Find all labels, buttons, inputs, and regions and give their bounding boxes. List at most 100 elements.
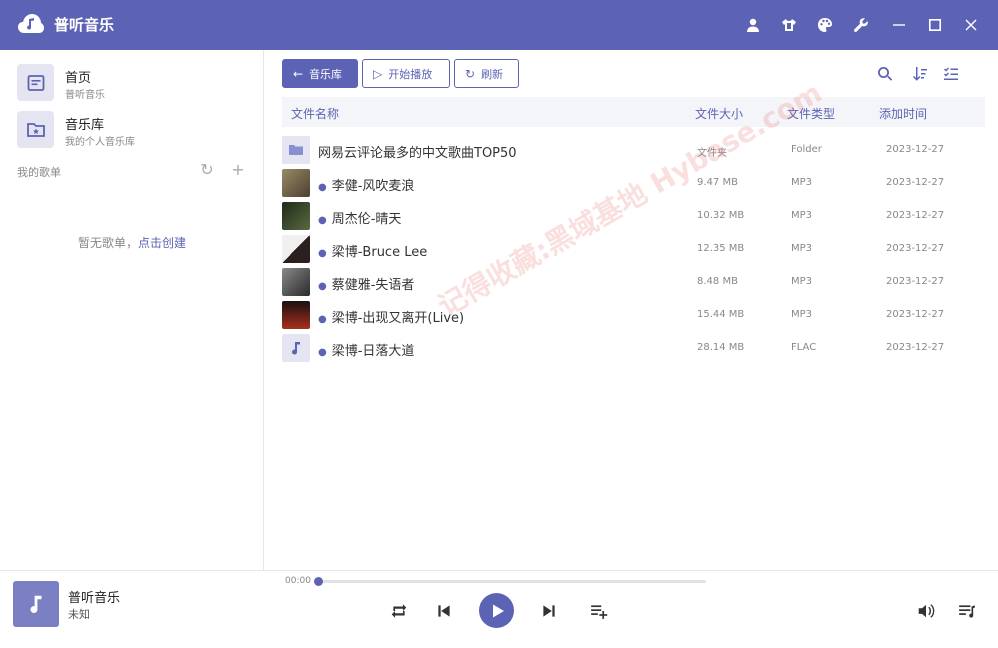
maximize-icon[interactable]	[923, 13, 947, 37]
column-date[interactable]: 添加时间	[879, 105, 927, 122]
next-track-icon[interactable]	[538, 600, 560, 622]
playlist-queue-icon[interactable]	[956, 600, 978, 622]
previous-track-icon[interactable]	[433, 600, 455, 622]
album-cover-image	[282, 169, 310, 197]
play-all-label: 开始播放	[388, 67, 433, 81]
app-title: 普听音乐	[54, 16, 115, 34]
refresh-playlists-icon[interactable]: ↻	[199, 162, 215, 178]
empty-text: 暂无歌单，	[77, 236, 138, 250]
album-cover-image	[282, 235, 310, 263]
playlists-header: 我的歌单	[17, 166, 61, 179]
play-icon	[493, 604, 504, 617]
sidebar-item-title: 音乐库	[65, 118, 105, 133]
current-time: 00:00	[285, 576, 311, 586]
table-row[interactable]: ● 梁博-出现又离开(Live) 15.44 MB MP3 2023-12-27	[282, 300, 985, 330]
back-button-label: 音乐库	[309, 67, 343, 81]
row-type: MP3	[791, 276, 813, 287]
back-to-library-button[interactable]: ← 音乐库	[282, 59, 358, 88]
music-note-icon	[30, 595, 42, 614]
album-cover-image	[282, 202, 310, 230]
refresh-icon: ↻	[465, 66, 476, 81]
row-size: 28.14 MB	[697, 342, 745, 353]
row-name: ● 梁博-出现又离开(Live)	[318, 307, 464, 326]
music-note-icon	[282, 334, 310, 362]
row-name: ● 周杰伦-晴天	[318, 208, 401, 227]
play-button[interactable]	[479, 593, 514, 628]
row-name-text: 李健-风吹麦浪	[331, 179, 415, 194]
now-playing-title: 普听音乐	[68, 591, 121, 606]
row-date: 2023-12-27	[886, 276, 945, 287]
row-size: 文件夹	[697, 148, 727, 159]
row-type: MP3	[791, 243, 813, 254]
row-type: FLAC	[791, 342, 817, 353]
minimize-icon[interactable]	[887, 13, 911, 37]
sidebar: 首页 普听音乐 音乐库 我的个人音乐库 我的歌单 ↻ + 暂无歌单，点击创建	[0, 50, 264, 570]
row-date: 2023-12-27	[886, 177, 945, 188]
folder-icon	[282, 136, 310, 164]
palette-icon[interactable]	[813, 13, 837, 37]
shirt-icon[interactable]	[777, 13, 801, 37]
table-row[interactable]: ● 周杰伦-晴天 10.32 MB MP3 2023-12-27	[282, 201, 985, 231]
sidebar-item-subtitle: 我的个人音乐库	[65, 137, 135, 148]
bullet-icon: ●	[318, 182, 327, 193]
title-bar: 普听音乐	[0, 0, 998, 50]
progress-bar[interactable]	[318, 580, 706, 583]
bullet-icon: ●	[318, 347, 327, 358]
row-date: 2023-12-27	[886, 309, 945, 320]
sidebar-item-subtitle: 普听音乐	[65, 90, 105, 101]
wrench-icon[interactable]	[849, 13, 873, 37]
sort-icon[interactable]	[910, 64, 930, 84]
user-icon[interactable]	[741, 13, 765, 37]
row-name: ● 蔡健雅-失语者	[318, 274, 414, 293]
row-name-text: 梁博-出现又离开(Live)	[331, 311, 465, 326]
table-header: 文件名称 文件大小 文件类型 添加时间	[282, 97, 985, 127]
progress-handle[interactable]	[314, 577, 323, 586]
bullet-icon: ●	[318, 248, 327, 259]
row-size: 12.35 MB	[697, 243, 745, 254]
library-icon	[17, 111, 54, 148]
table-row[interactable]: ● 李健-风吹麦浪 9.47 MB MP3 2023-12-27	[282, 168, 985, 198]
row-type: MP3	[791, 210, 813, 221]
row-name-text: 梁博-日落大道	[331, 344, 415, 359]
multi-select-icon[interactable]	[941, 64, 961, 84]
row-name: ● 李健-风吹麦浪	[318, 175, 414, 194]
column-name[interactable]: 文件名称	[291, 105, 339, 122]
table-row[interactable]: 网易云评论最多的中文歌曲TOP50 文件夹 Folder 2023-12-27	[282, 135, 985, 165]
album-cover-image	[282, 268, 310, 296]
row-date: 2023-12-27	[886, 210, 945, 221]
column-type[interactable]: 文件类型	[787, 105, 835, 122]
player-bar: 普听音乐 未知 00:00	[0, 570, 998, 648]
now-playing-cover[interactable]	[13, 581, 59, 627]
arrow-left-icon: ←	[293, 66, 304, 81]
create-playlist-link[interactable]: 点击创建	[138, 236, 186, 250]
add-playlist-icon[interactable]: +	[230, 162, 246, 178]
search-icon[interactable]	[875, 64, 895, 84]
bullet-icon: ●	[318, 281, 327, 292]
playlists-empty-state: 暂无歌单，点击创建	[0, 234, 264, 251]
sidebar-item-library[interactable]: 音乐库 我的个人音乐库	[17, 111, 253, 151]
row-size: 15.44 MB	[697, 309, 745, 320]
refresh-button[interactable]: ↻ 刷新	[454, 59, 519, 88]
main-panel: ← 音乐库 ▷ 开始播放 ↻ 刷新 文件名称 文件大小 文件类型 添加时间 网易…	[264, 50, 998, 570]
app-logo-cloud-icon	[18, 14, 44, 33]
close-icon[interactable]	[959, 13, 983, 37]
volume-icon[interactable]	[915, 600, 937, 622]
bullet-icon: ●	[318, 314, 327, 325]
row-date: 2023-12-27	[886, 243, 945, 254]
row-type: MP3	[791, 177, 813, 188]
row-date: 2023-12-27	[886, 144, 945, 155]
table-row[interactable]: ● 梁博-日落大道 28.14 MB FLAC 2023-12-27	[282, 333, 985, 363]
bullet-icon: ●	[318, 215, 327, 226]
row-date: 2023-12-27	[886, 342, 945, 353]
row-name: ● 梁博-Bruce Lee	[318, 241, 427, 260]
home-icon	[17, 64, 54, 101]
add-to-queue-icon[interactable]	[588, 600, 610, 622]
sidebar-item-home[interactable]: 首页 普听音乐	[17, 64, 253, 104]
row-size: 8.48 MB	[697, 276, 738, 287]
table-row[interactable]: ● 蔡健雅-失语者 8.48 MB MP3 2023-12-27	[282, 267, 985, 297]
play-all-button[interactable]: ▷ 开始播放	[362, 59, 450, 88]
repeat-icon[interactable]	[388, 600, 410, 622]
column-size[interactable]: 文件大小	[695, 105, 743, 122]
table-row[interactable]: ● 梁博-Bruce Lee 12.35 MB MP3 2023-12-27	[282, 234, 985, 264]
row-name: ● 梁博-日落大道	[318, 340, 414, 359]
